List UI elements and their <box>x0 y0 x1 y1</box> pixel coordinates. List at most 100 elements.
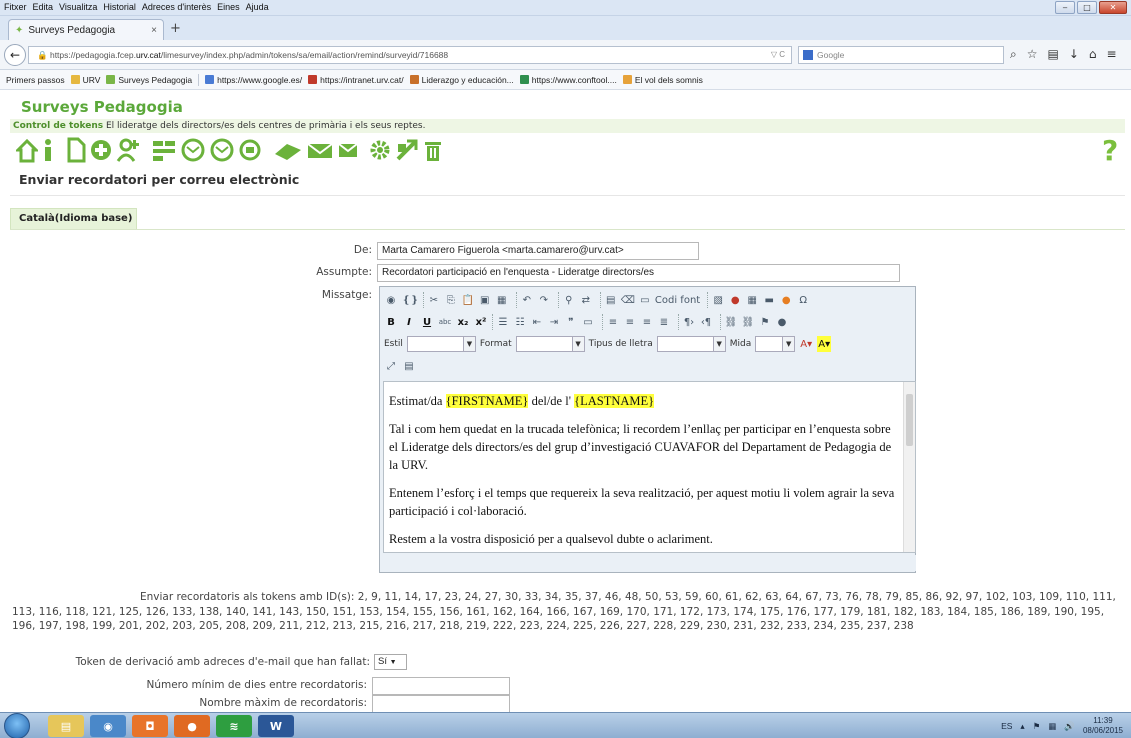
table-icon[interactable]: ▦ <box>745 292 759 308</box>
explorer-icon[interactable]: ▤ <box>48 715 84 737</box>
bg-color-icon[interactable]: A▾ <box>817 336 832 352</box>
align-left-icon[interactable]: ≡ <box>606 314 620 330</box>
editor-content[interactable]: Estimat/da {FIRSTNAME} del/de l' {LASTNA… <box>383 381 916 553</box>
special-char-icon[interactable]: Ω <box>796 292 810 308</box>
help-icon[interactable]: ? <box>1102 134 1118 167</box>
mail-settings-icon[interactable] <box>337 135 361 165</box>
align-center-icon[interactable]: ≡ <box>623 314 637 330</box>
text-color-icon[interactable]: A▾ <box>799 336 813 352</box>
info-icon[interactable] <box>41 135 55 165</box>
indent-icon[interactable]: ⇥ <box>547 314 561 330</box>
back-button[interactable]: ← <box>4 44 26 66</box>
flash-icon[interactable]: ● <box>728 292 742 308</box>
email-template-icon[interactable] <box>238 135 262 165</box>
bulleted-list-icon[interactable]: ☷ <box>513 314 527 330</box>
tab-close-icon[interactable]: × <box>151 25 157 36</box>
editor-scrollbar[interactable] <box>903 382 915 552</box>
strike-button[interactable]: abc <box>438 314 452 330</box>
search-bar[interactable]: Google <box>798 46 1004 64</box>
remove-format-icon[interactable]: ⌫ <box>621 292 635 308</box>
menu-bookmarks[interactable]: Adreces d'interès <box>142 2 211 12</box>
network-icon[interactable]: ▦ <box>1048 721 1056 732</box>
paste-word-icon[interactable]: ▦ <box>495 292 509 308</box>
image-icon[interactable]: ▧ <box>711 292 725 308</box>
minimize-button[interactable]: ‒ <box>1055 1 1075 14</box>
flag-icon[interactable]: ⚑ <box>1033 721 1041 732</box>
anchor-icon[interactable]: ⚑ <box>758 314 772 330</box>
menu-history[interactable]: Historial <box>103 2 136 12</box>
font-select[interactable]: ▼ <box>656 336 726 352</box>
template-icon[interactable]: ❴❵ <box>402 292 419 308</box>
min-days-field[interactable] <box>372 677 510 695</box>
bookmark-item[interactable]: https://www.conftool.... <box>519 75 617 85</box>
link-icon[interactable]: ⛓ <box>724 314 738 330</box>
search-icon[interactable]: ⌕ <box>1010 47 1017 62</box>
numbered-list-icon[interactable]: ☰ <box>496 314 510 330</box>
replace-icon[interactable]: ⇄ <box>579 292 593 308</box>
rtl-icon[interactable]: ‹¶ <box>699 314 713 330</box>
justify-icon[interactable]: ≣ <box>657 314 671 330</box>
url-bar[interactable]: 🔒 https://pedagogia.fcep.urv.cat/limesur… <box>28 46 792 64</box>
subscript-button[interactable]: x₂ <box>456 314 470 330</box>
menu-view[interactable]: Visualitza <box>59 2 97 12</box>
bookmark-item[interactable]: https://intranet.urv.cat/ <box>308 75 404 85</box>
menu-edit[interactable]: Edita <box>33 2 54 12</box>
format-select[interactable]: ▼ <box>515 336 585 352</box>
style-select[interactable]: ▼ <box>406 336 476 352</box>
export-icon[interactable] <box>395 135 419 165</box>
home-icon[interactable] <box>16 135 38 165</box>
word-icon[interactable]: W <box>258 715 294 737</box>
new-tab-button[interactable]: + <box>170 21 181 36</box>
menu-file[interactable]: Fitxer <box>4 2 27 12</box>
smiley-icon[interactable]: ● <box>779 292 793 308</box>
browser-tab[interactable]: ✦ Surveys Pedagogia × <box>8 19 164 40</box>
blockquote-icon[interactable]: ❞ <box>564 314 578 330</box>
chrome-icon[interactable]: ◉ <box>90 715 126 737</box>
bold-button[interactable]: B <box>384 314 398 330</box>
bookmark-star-icon[interactable]: ☆ <box>1027 47 1038 62</box>
about-icon[interactable]: ● <box>775 314 789 330</box>
reload-icon[interactable]: ▽ C <box>771 47 785 63</box>
volume-icon[interactable]: 🔊 <box>1064 721 1075 732</box>
from-field[interactable]: Marta Camarero Figuerola <marta.camarero… <box>377 242 699 260</box>
spotify-icon[interactable]: ≋ <box>216 715 252 737</box>
tray-chevron-icon[interactable]: ▴ <box>1020 721 1024 732</box>
invite-icon[interactable] <box>180 135 206 165</box>
manage-attributes-icon[interactable] <box>151 135 177 165</box>
paste-icon[interactable]: 📋 <box>461 292 475 308</box>
select-all-icon[interactable]: ▤ <box>604 292 618 308</box>
bookmark-item[interactable]: Liderazgo y educación... <box>409 75 514 85</box>
align-right-icon[interactable]: ≡ <box>640 314 654 330</box>
send-bounce-icon[interactable] <box>273 135 303 165</box>
menu-help[interactable]: Ajuda <box>246 2 269 12</box>
office-icon[interactable]: ◘ <box>132 715 168 737</box>
close-window-button[interactable]: ✕ <box>1099 1 1127 14</box>
start-button[interactable] <box>4 713 30 738</box>
bypass-select[interactable]: Sí ▼ <box>374 654 407 670</box>
preview-icon[interactable]: ◉ <box>384 292 398 308</box>
delete-table-icon[interactable] <box>422 135 444 165</box>
bookmark-item[interactable]: Primers passos <box>6 75 65 85</box>
max-reminders-field[interactable] <box>372 695 510 712</box>
outdent-icon[interactable]: ⇤ <box>530 314 544 330</box>
bookmark-item[interactable]: El vol dels somnis <box>622 75 703 85</box>
div-icon[interactable]: ▭ <box>581 314 595 330</box>
language-indicator[interactable]: ES <box>1001 721 1012 731</box>
home-icon[interactable]: ⌂ <box>1089 47 1097 62</box>
ltr-icon[interactable]: ¶› <box>682 314 696 330</box>
maximize-icon[interactable]: ⤢ <box>384 358 398 374</box>
show-blocks-icon[interactable]: ▤ <box>402 358 416 374</box>
maximize-button[interactable]: □ <box>1077 1 1097 14</box>
add-token-icon[interactable] <box>89 135 113 165</box>
reading-list-icon[interactable]: ▤ <box>1048 47 1059 62</box>
redo-icon[interactable]: ↷ <box>537 292 551 308</box>
scrollbar-thumb[interactable] <box>906 394 913 446</box>
download-icon[interactable]: ↓ <box>1069 47 1079 62</box>
tab-language[interactable]: Català(Idioma base) <box>10 208 137 230</box>
add-participant-icon[interactable] <box>116 135 140 165</box>
copy-icon[interactable]: ⎘ <box>444 292 458 308</box>
horizontal-line-icon[interactable]: ▬ <box>762 292 776 308</box>
cut-icon[interactable]: ✂ <box>427 292 441 308</box>
menu-icon[interactable]: ≡ <box>1107 47 1117 62</box>
source-code-icon[interactable]: ▭ <box>638 292 652 308</box>
